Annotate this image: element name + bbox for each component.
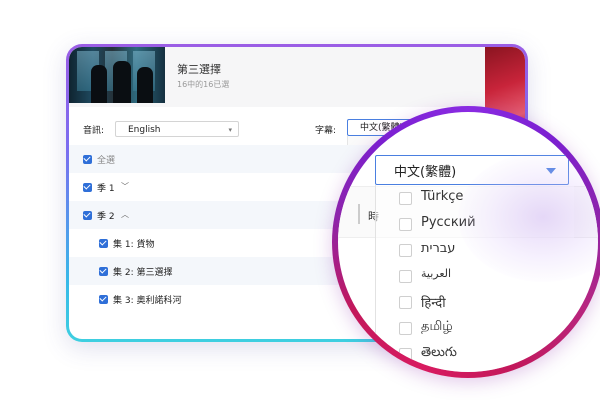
episode-title: 第三選擇: [177, 63, 221, 76]
language-label: हिन्दी: [421, 296, 446, 311]
checkbox-icon[interactable]: [399, 270, 412, 283]
selection-count: 16中的16已選: [177, 80, 230, 89]
chevron-down-icon[interactable]: ﹀: [121, 181, 129, 192]
audio-select-value: English: [128, 125, 161, 135]
divider: [358, 204, 360, 224]
checkbox-checked-icon[interactable]: [83, 183, 92, 192]
language-option[interactable]: தமிழ்: [376, 317, 576, 341]
season-2-label: 季 2: [97, 212, 115, 222]
checkbox-icon[interactable]: [399, 192, 412, 205]
chevron-up-icon[interactable]: ︿: [121, 209, 129, 220]
season-1-label: 季 1: [97, 184, 115, 194]
language-option[interactable]: हिन्दी: [376, 291, 576, 315]
subtitle-select-value: 中文(繁體): [394, 165, 457, 180]
audio-label: 音訊:: [83, 126, 105, 136]
checkbox-checked-icon[interactable]: [99, 267, 108, 276]
subtitle-label-colon: :: [354, 162, 359, 177]
select-all-label: 全選: [97, 156, 116, 166]
checkbox-checked-icon[interactable]: [99, 239, 108, 248]
checkbox-icon[interactable]: [399, 322, 412, 335]
checkbox-checked-icon[interactable]: [83, 155, 92, 164]
episode-2-label: 集 2: 第三選擇: [113, 268, 173, 278]
checkbox-checked-icon[interactable]: [83, 211, 92, 220]
checkbox-icon[interactable]: [399, 296, 412, 309]
checkbox-icon[interactable]: [399, 244, 412, 257]
checkbox-icon[interactable]: [399, 218, 412, 231]
episode-thumbnail: [69, 47, 165, 103]
episode-3-label: 集 3: 奧利諾科河: [113, 296, 182, 306]
subtitle-label: 字幕:: [315, 126, 337, 136]
magnifier-lens: 時 : 中文(繁體) Türkçe Русский עברית العربية …: [338, 112, 598, 372]
chevron-down-icon: ▾: [228, 126, 232, 134]
language-label: עברית: [421, 241, 456, 256]
language-label: தமிழ்: [421, 319, 453, 334]
language-label: العربية: [421, 267, 452, 280]
language-label: తెలుగు: [421, 345, 457, 360]
language-label: Türkçe: [421, 189, 464, 204]
episode-header: 第三選擇 16中的16已選: [69, 47, 525, 107]
checkbox-checked-icon[interactable]: [99, 295, 108, 304]
checkbox-icon[interactable]: [399, 348, 412, 361]
episode-1-label: 集 1: 貨物: [113, 240, 155, 250]
language-option[interactable]: తెలుగు: [376, 343, 576, 367]
audio-select[interactable]: English ▾: [115, 121, 239, 137]
